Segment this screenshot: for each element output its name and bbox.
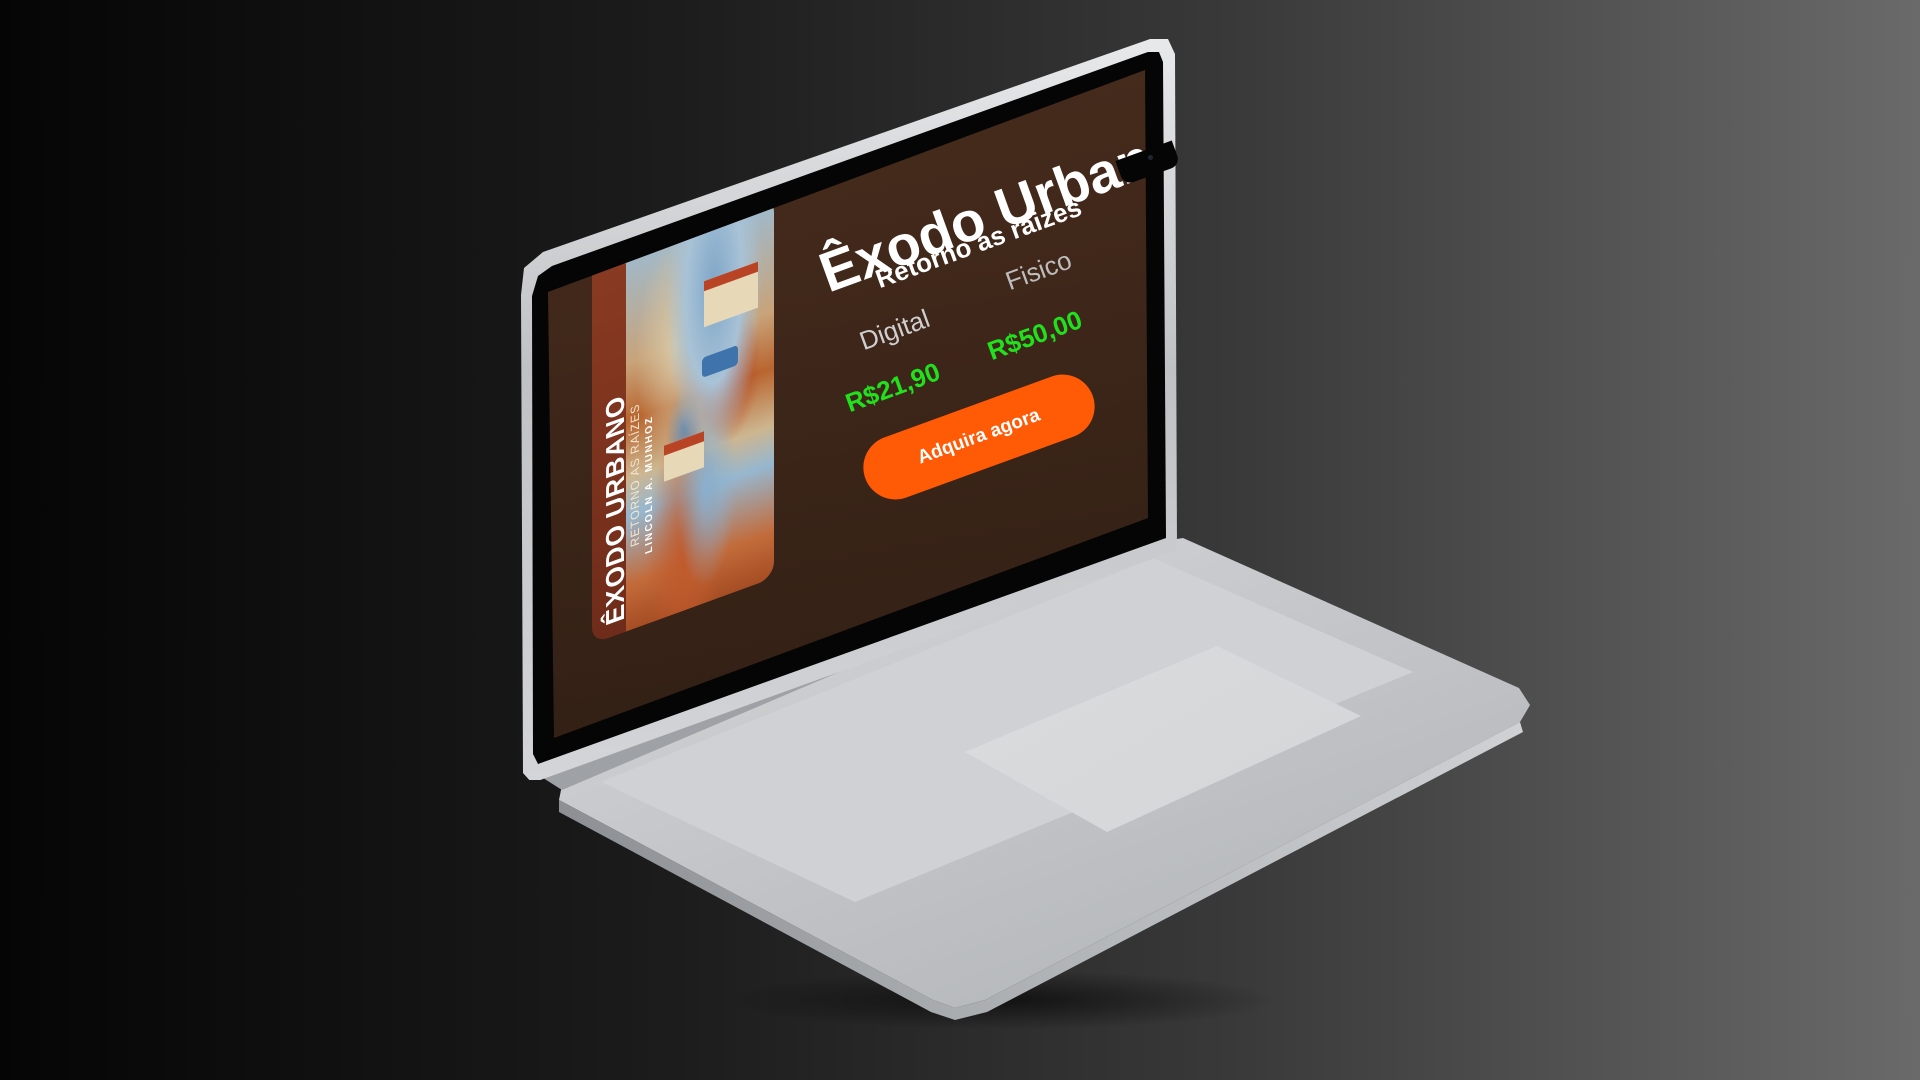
- cover-title: ÊXODO URBANO: [600, 390, 630, 630]
- physical-price: R$50,00: [983, 304, 1087, 367]
- house-illustration: [664, 431, 704, 482]
- cover-painting: [624, 195, 774, 633]
- digital-price: R$21,90: [841, 356, 945, 419]
- physical-option-label: Fisico: [1001, 244, 1076, 297]
- digital-option-label: Digital: [855, 303, 934, 357]
- truck-illustration: [702, 344, 738, 378]
- cover-author: LINCOLN A. MUNHOZ: [644, 413, 655, 556]
- camera-icon: [1148, 155, 1153, 160]
- laptop-mockup-scene: ÊXODO URBANO RETORNO AS RAÍZES LINCOLN A…: [0, 0, 1920, 1080]
- house-illustration: [704, 261, 758, 328]
- cover-subtitle: RETORNO AS RAÍZES: [628, 401, 642, 549]
